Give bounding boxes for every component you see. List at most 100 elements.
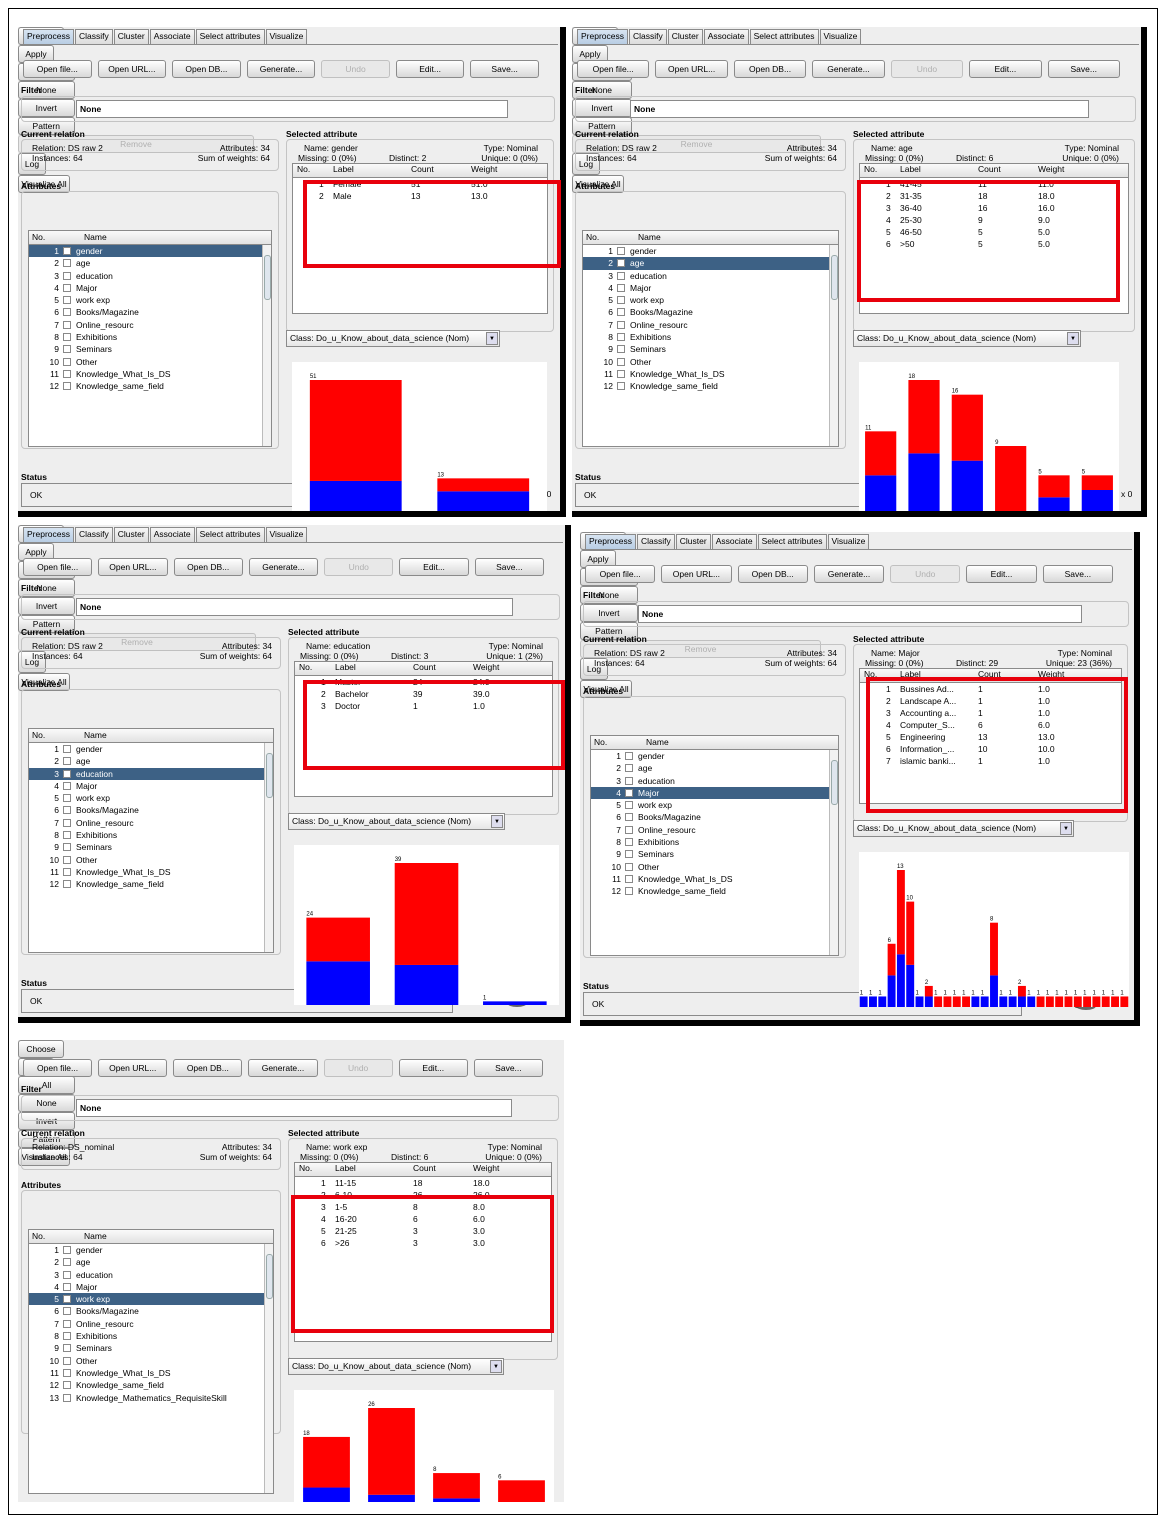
attribute-checkbox[interactable] [617,357,625,366]
attribute-checkbox[interactable] [625,752,633,760]
attribute-row[interactable]: 2 age [29,1256,273,1268]
attribute-row[interactable]: 11 Knowledge_What_Is_DS [591,873,838,885]
choose-button[interactable]: Choose [18,1040,64,1058]
attribute-row[interactable]: 5 work exp [591,799,838,811]
attribute-checkbox[interactable] [63,271,71,280]
attribute-row[interactable]: 11 Knowledge_What_Is_DS [29,1367,273,1379]
tab-preprocess[interactable]: Preprocess [23,527,74,542]
attribute-row[interactable]: 12 Knowledge_same_field [29,1379,273,1391]
attribute-checkbox[interactable] [625,838,633,847]
attribute-row[interactable]: 5 work exp [29,294,271,306]
attribute-list[interactable]: No. Name 1 gender 2 age 3 education 4 Major 5 work … [28,1229,274,1494]
filter-value[interactable]: None [638,605,1082,623]
attribute-row[interactable]: 3 education [29,270,271,282]
open-url-button[interactable]: Open URL... [98,558,168,576]
attribute-checkbox[interactable] [617,247,625,255]
tab-classify[interactable]: Classify [75,29,113,44]
generate-button[interactable]: Generate... [812,60,885,78]
attribute-checkbox[interactable] [625,801,633,810]
attribute-row[interactable]: 1 gender [591,750,838,762]
attribute-row[interactable]: 9 Seminars [591,848,838,860]
tab-cluster[interactable]: Cluster [113,527,149,542]
attribute-row[interactable]: 11 Knowledge_What_Is_DS [29,866,273,878]
tab-preprocess[interactable]: Preprocess [585,534,636,549]
tab-classify[interactable]: Classify [637,534,675,549]
class-select[interactable]: Class: Do_u_Know_about_data_science (Nom… [853,820,1074,837]
tab-cluster[interactable]: Cluster [113,29,149,44]
attribute-checkbox[interactable] [625,887,633,896]
attribute-row[interactable]: 6 Books/Magazine [29,306,271,318]
attribute-checkbox[interactable] [63,1356,71,1365]
attribute-checkbox[interactable] [63,1258,71,1267]
attribute-checkbox[interactable] [63,1344,71,1353]
filter-value[interactable]: None [76,100,508,118]
attribute-checkbox[interactable] [63,357,71,366]
attribute-row[interactable]: 12 Knowledge_same_field [29,878,273,890]
attribute-row[interactable]: 6 Books/Magazine [29,1305,273,1317]
filter-value[interactable]: None [630,100,1089,118]
attribute-checkbox[interactable] [63,1332,71,1341]
attribute-checkbox[interactable] [63,1368,71,1377]
open-db-button[interactable]: Open DB... [173,1059,243,1077]
attribute-checkbox[interactable] [63,781,71,790]
attribute-row[interactable]: 1 gender [29,743,273,755]
tab-preprocess[interactable]: Preprocess [577,29,628,44]
class-select[interactable]: Class: Do_u_Know_about_data_science (Nom… [288,1358,504,1375]
tab-cluster[interactable]: Cluster [667,29,703,44]
attribute-row[interactable]: 9 Seminars [583,343,838,355]
attribute-list[interactable]: No. Name 1 gender 2 age 3 education 4 Major 5 work … [590,735,839,956]
attribute-row[interactable]: 7 Online_resourc [591,824,838,836]
attribute-row[interactable]: 3 education [29,1269,273,1281]
edit-button[interactable]: Edit... [398,1059,468,1077]
open-file-button[interactable]: Open file... [23,558,93,576]
tab-classify[interactable]: Classify [629,29,667,44]
attribute-row[interactable]: 7 Online_resourc [29,1318,273,1330]
attribute-checkbox[interactable] [63,818,71,827]
attribute-checkbox[interactable] [625,788,633,797]
attribute-row[interactable]: 2 age [29,755,273,767]
attribute-row[interactable]: 8 Exhibitions [29,1330,273,1342]
generate-button[interactable]: Generate... [813,565,885,583]
tab-select-attributes[interactable]: Select attributes [757,534,827,549]
attribute-row[interactable]: 9 Seminars [29,841,273,853]
attribute-row[interactable]: 6 Books/Magazine [591,811,838,823]
tab-associate[interactable]: Associate [703,29,749,44]
attribute-checkbox[interactable] [617,320,625,329]
attribute-checkbox[interactable] [617,345,625,354]
open-file-button[interactable]: Open file... [577,60,650,78]
attribute-checkbox[interactable] [617,369,625,378]
open-file-button[interactable]: Open file... [23,60,92,78]
scroll-thumb[interactable] [264,255,271,300]
attribute-row[interactable]: 12 Knowledge_same_field [29,380,271,392]
attribute-checkbox[interactable] [63,296,71,305]
attribute-checkbox[interactable] [63,1319,71,1328]
attribute-checkbox[interactable] [63,1393,71,1402]
attribute-checkbox[interactable] [63,880,71,889]
tab-visualize[interactable]: Visualize [827,534,870,549]
attribute-checkbox[interactable] [63,745,71,753]
attribute-row[interactable]: 1 gender [29,245,271,258]
attribute-checkbox[interactable] [63,855,71,864]
open-db-button[interactable]: Open DB... [172,60,241,78]
attribute-checkbox[interactable] [625,776,633,785]
save-button[interactable]: Save... [1047,60,1120,78]
attribute-row[interactable]: 3 education [591,775,838,787]
attribute-row[interactable]: 12 Knowledge_same_field [591,885,838,897]
attribute-row[interactable]: 4 Major [591,786,838,800]
attribute-row[interactable]: 9 Seminars [29,343,271,355]
attribute-checkbox[interactable] [63,320,71,329]
attribute-row[interactable]: 13 Knowledge_Mathematics_RequisiteSkill [29,1392,273,1404]
attribute-row[interactable]: 2 age [591,762,838,774]
dropdown-arrow-icon[interactable]: ▼ [1060,822,1072,835]
attribute-row[interactable]: 4 Major [583,282,838,294]
attribute-row[interactable]: 11 Knowledge_What_Is_DS [29,368,271,380]
save-button[interactable]: Save... [470,60,539,78]
attribute-list[interactable]: No. Name 1 gender 2 age 3 education 4 Major 5 work … [28,230,272,447]
attribute-row[interactable]: 10 Other [583,356,838,368]
save-button[interactable]: Save... [473,1059,543,1077]
attribute-checkbox[interactable] [617,283,625,292]
attribute-checkbox[interactable] [63,283,71,292]
attribute-row[interactable]: 2 age [583,257,838,270]
edit-button[interactable]: Edit... [395,60,465,78]
attribute-list[interactable]: No. Name 1 gender 2 age 3 education 4 Major 5 work … [582,230,839,447]
